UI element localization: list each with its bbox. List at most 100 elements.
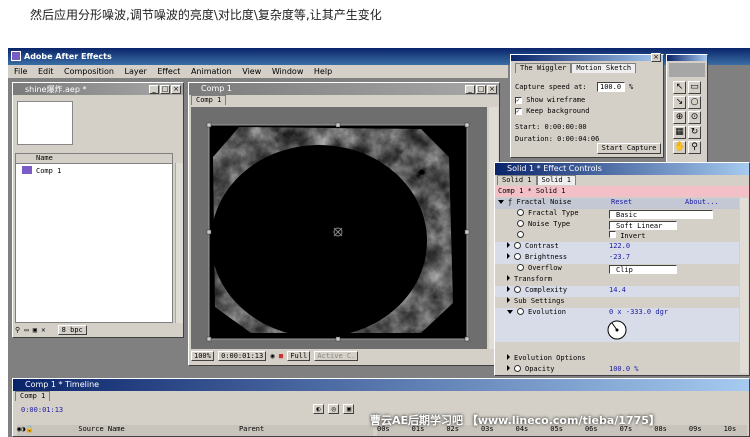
evolution-dial-icon[interactable]	[605, 319, 629, 341]
parent-header[interactable]: Parent	[239, 425, 264, 433]
stopwatch-icon[interactable]	[517, 264, 524, 271]
menu-window[interactable]: Window	[272, 67, 304, 76]
menu-layer[interactable]: Layer	[125, 67, 147, 76]
selection-tool-icon[interactable]: ↖	[673, 81, 686, 94]
comp-title: Comp 1	[201, 84, 232, 93]
rotation-tool-icon[interactable]: ▭	[688, 81, 701, 94]
tab-solid-effects[interactable]: Solid 1	[536, 175, 577, 185]
project-item-comp[interactable]: Comp 1	[16, 164, 172, 175]
camera-icon[interactable]: ◉	[270, 352, 274, 360]
zoom-tool-icon[interactable]: ⚲	[688, 141, 701, 154]
menu-edit[interactable]: Edit	[38, 67, 54, 76]
resolution-menu[interactable]: Full	[287, 351, 311, 361]
noise-type-dropdown[interactable]: Soft Linear	[609, 221, 677, 230]
fractal-noise-header[interactable]: ƒ Fractal Noise Reset About...	[495, 198, 739, 209]
project-scrollbar[interactable]	[175, 163, 183, 323]
invert-checkbox-row[interactable]: Invert	[609, 231, 646, 240]
expand-triangle-icon[interactable]	[507, 354, 510, 360]
stopwatch-icon[interactable]	[514, 286, 521, 293]
minimize-button[interactable]: _	[465, 85, 475, 94]
name-column-header[interactable]: Name	[16, 154, 172, 164]
minimize-button[interactable]: _	[149, 85, 159, 94]
contrast-value[interactable]: 122.0	[609, 242, 630, 250]
invert-checkbox[interactable]	[609, 231, 616, 238]
start-capture-button[interactable]: Start Capture	[597, 143, 661, 154]
delete-icon[interactable]: ✕	[41, 326, 45, 334]
expand-triangle-icon[interactable]	[498, 200, 504, 204]
tab-the-wiggler[interactable]: The Wiggler	[515, 63, 572, 73]
shy-switch-icon[interactable]: ◐	[313, 404, 324, 414]
menu-animation[interactable]: Animation	[191, 67, 232, 76]
noise-type-row: Noise Type Soft Linear	[495, 220, 677, 231]
expand-triangle-icon[interactable]	[507, 365, 510, 371]
comp-viewer	[191, 107, 487, 349]
close-button[interactable]: ×	[651, 53, 661, 62]
menu-effect[interactable]: Effect	[157, 67, 180, 76]
stopwatch-icon[interactable]	[517, 231, 524, 238]
timeline-timecode[interactable]: 0:00:01:13	[21, 406, 63, 414]
expand-triangle-icon[interactable]	[507, 253, 510, 259]
timeline-tab[interactable]: Comp 1	[15, 391, 51, 401]
menu-file[interactable]: File	[14, 67, 27, 76]
draft-3d-switch-icon[interactable]: ▣	[343, 404, 355, 414]
evolution-options-row[interactable]: Evolution Options	[495, 354, 586, 365]
overflow-dropdown[interactable]: Clip	[609, 265, 677, 274]
orbit-tool-icon[interactable]: ⊙	[688, 111, 701, 124]
about-link[interactable]: About...	[685, 198, 719, 206]
track-tool-icon[interactable]: ↻	[688, 126, 701, 139]
expand-triangle-icon[interactable]	[507, 242, 510, 248]
stopwatch-icon[interactable]	[517, 209, 524, 216]
motion-blur-switch-icon[interactable]: ◎	[328, 404, 340, 414]
effects-scrollbar[interactable]	[740, 198, 748, 373]
stopwatch-icon[interactable]	[514, 253, 521, 260]
pen-tool-icon[interactable]: ↘	[673, 96, 686, 109]
menu-help[interactable]: Help	[314, 67, 332, 76]
zoom-menu[interactable]: 100%	[191, 351, 214, 361]
tab-solid-layer[interactable]: Solid 1	[497, 175, 537, 185]
menu-composition[interactable]: Composition	[64, 67, 114, 76]
keep-background-checkbox[interactable]: ✓	[515, 108, 522, 115]
folder-icon[interactable]: ▭	[24, 326, 28, 334]
close-button[interactable]: ×	[171, 85, 181, 94]
stopwatch-icon[interactable]	[517, 220, 524, 227]
comp-canvas[interactable]	[191, 107, 487, 349]
expand-triangle-icon[interactable]	[507, 297, 510, 303]
maximize-button[interactable]: □	[160, 85, 170, 94]
find-icon[interactable]: ⚲	[15, 326, 20, 334]
menu-view[interactable]: View	[242, 67, 261, 76]
hand-tool-icon[interactable]: ✋	[673, 141, 686, 154]
reset-link[interactable]: Reset	[611, 198, 632, 206]
show-wireframe-row[interactable]: ✓ Show wireframe	[515, 96, 585, 104]
color-channel-icon[interactable]: ■	[279, 352, 283, 360]
stopwatch-icon[interactable]	[514, 365, 521, 372]
transform-row[interactable]: Transform	[495, 275, 552, 286]
project-title-bar: shine爆炸.aep * _ □ ×	[13, 83, 183, 95]
complexity-value[interactable]: 14.4	[609, 286, 626, 294]
pan-behind-tool-icon[interactable]: ⊕	[673, 111, 686, 124]
sub-settings-row[interactable]: Sub Settings	[495, 297, 565, 308]
brightness-value[interactable]: -23.7	[609, 253, 630, 261]
comp-tab[interactable]: Comp 1	[191, 95, 227, 105]
ellipse-tool-icon[interactable]: ○	[688, 96, 701, 109]
expand-triangle-icon[interactable]	[507, 310, 513, 314]
opacity-value[interactable]: 100.0 %	[609, 365, 639, 373]
expand-triangle-icon[interactable]	[507, 275, 510, 281]
camera-menu[interactable]: Active C.	[314, 351, 359, 361]
source-name-header[interactable]: Source Name	[78, 425, 124, 433]
stopwatch-icon[interactable]	[517, 308, 524, 315]
camera-tool-icon[interactable]: ▦	[673, 126, 686, 139]
stopwatch-icon[interactable]	[514, 242, 521, 249]
new-comp-icon[interactable]: ▣	[33, 326, 37, 334]
bit-depth-button[interactable]: 8 bpc	[57, 325, 87, 335]
maximize-button[interactable]: □	[476, 85, 486, 94]
timecode-display[interactable]: 0:00:01:13	[218, 351, 267, 361]
show-wireframe-checkbox[interactable]: ✓	[515, 97, 522, 104]
fractal-type-dropdown[interactable]: Basic	[609, 210, 713, 219]
close-button[interactable]: ×	[487, 85, 497, 94]
tab-motion-sketch[interactable]: Motion Sketch	[571, 63, 637, 73]
capture-speed-input[interactable]: 100.0	[597, 82, 625, 92]
evolution-value[interactable]: 0 x -333.0 dgr	[609, 308, 668, 316]
comp-footer: 100% 0:00:01:13 ◉ ■ Full Active C.	[191, 351, 497, 363]
expand-triangle-icon[interactable]	[507, 286, 510, 292]
keep-background-row[interactable]: ✓ Keep background	[515, 107, 589, 115]
